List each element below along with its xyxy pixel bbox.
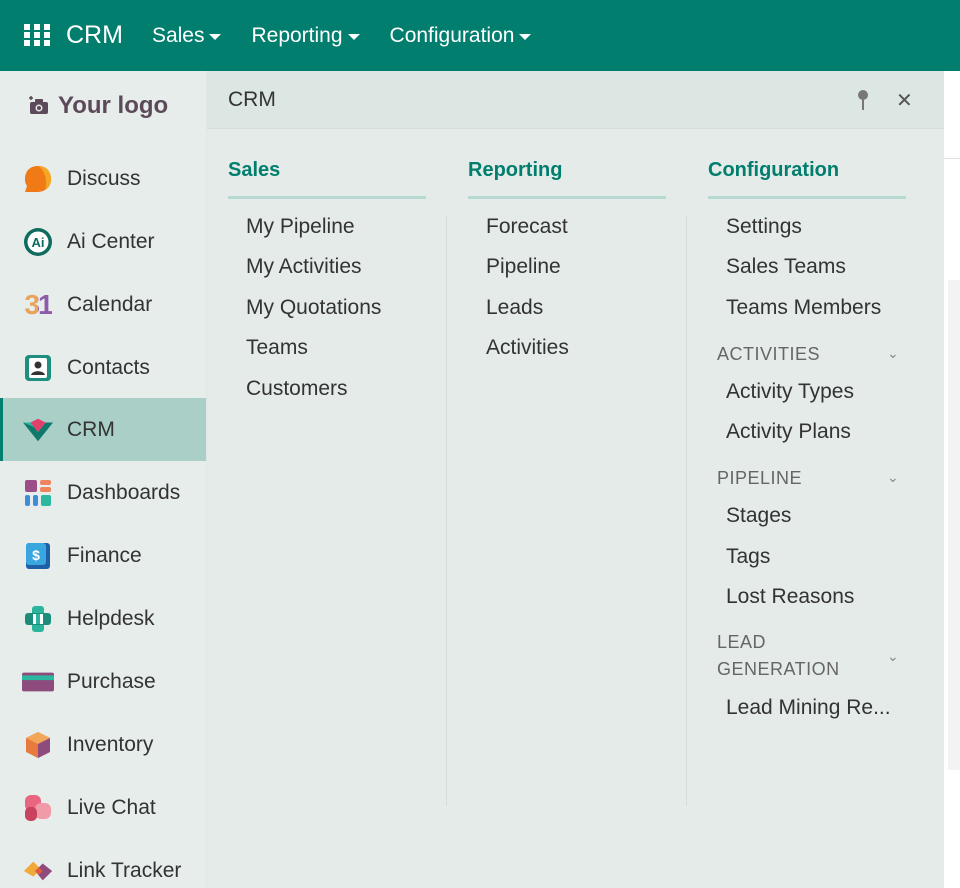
calendar-day: 31: [24, 288, 53, 320]
svg-text:Ai: Ai: [32, 235, 45, 250]
menu-link-my-pipeline[interactable]: My Pipeline: [246, 215, 355, 239]
menu-link-activity-plans[interactable]: Activity Plans: [726, 420, 851, 444]
sidebar-item-live-chat[interactable]: Live Chat: [0, 776, 206, 839]
finance-icon: $: [22, 540, 54, 572]
nav-sales-label: Sales: [151, 23, 205, 47]
sidebar-item-finance[interactable]: $ Finance: [0, 524, 206, 587]
sidebar-item-label: Discuss: [67, 166, 141, 190]
crm-menu-panel: CRM ✕ Sales My Pipeline My Activities My…: [207, 71, 944, 888]
menu-link-lost-reasons[interactable]: Lost Reasons: [726, 585, 854, 609]
sales-column-heading: Sales: [228, 159, 281, 181]
menu-link-pipeline[interactable]: Pipeline: [486, 255, 561, 279]
ai-center-icon: Ai: [22, 226, 54, 258]
menu-link-stages[interactable]: Stages: [726, 504, 791, 528]
sidebar-item-contacts[interactable]: Contacts: [0, 336, 206, 399]
heading-underline: [708, 196, 906, 199]
inventory-icon: [22, 729, 54, 761]
menu-link-customers[interactable]: Customers: [246, 377, 348, 401]
calendar-icon: 31: [22, 289, 54, 321]
caret-down-icon: [347, 33, 360, 40]
sidebar-item-label: Finance: [67, 543, 142, 567]
menu-link-forecast[interactable]: Forecast: [486, 215, 568, 239]
menu-link-my-activities[interactable]: My Activities: [246, 255, 362, 279]
helpdesk-icon: [22, 603, 54, 635]
heading-underline: [468, 196, 666, 199]
sidebar-item-discuss[interactable]: Discuss: [0, 147, 206, 210]
sidebar-item-label: Helpdesk: [67, 606, 155, 630]
menu-link-leads[interactable]: Leads: [486, 296, 543, 320]
dashboards-icon: [22, 477, 54, 509]
pin-icon[interactable]: [856, 89, 870, 111]
sidebar-item-label: CRM: [67, 417, 115, 441]
caret-down-icon: [209, 33, 222, 40]
chevron-down-icon[interactable]: ⌄: [887, 469, 899, 486]
company-logo[interactable]: Your logo: [0, 71, 206, 141]
top-navbar: CRM Sales Reporting Configuration: [0, 0, 960, 71]
sidebar-item-label: Link Tracker: [67, 858, 182, 882]
app-brand[interactable]: CRM: [66, 21, 123, 50]
app-sidebar: Your logo Discuss Ai Ai Center 31 Calend…: [0, 71, 207, 888]
live-chat-icon: [22, 792, 54, 824]
contacts-icon: [22, 352, 54, 384]
sidebar-item-label: Calendar: [67, 292, 153, 316]
reporting-column-heading: Reporting: [468, 159, 563, 181]
menu-link-sales-teams[interactable]: Sales Teams: [726, 255, 846, 279]
sidebar-item-label: Purchase: [67, 669, 156, 693]
sidebar-item-inventory[interactable]: Inventory: [0, 713, 206, 776]
menu-link-teams-members[interactable]: Teams Members: [726, 296, 881, 320]
menu-link-my-quotations[interactable]: My Quotations: [246, 296, 381, 320]
section-heading-line: GENERATION: [717, 659, 840, 679]
menu-link-teams[interactable]: Teams: [246, 336, 308, 360]
sidebar-item-helpdesk[interactable]: Helpdesk: [0, 587, 206, 650]
background-content: [948, 280, 960, 770]
section-heading-line: LEAD: [717, 632, 767, 652]
section-heading-activities: ACTIVITIES: [717, 344, 821, 364]
menu-link-tags[interactable]: Tags: [726, 545, 770, 569]
purchase-icon: [22, 666, 54, 698]
divider: [944, 158, 960, 159]
svg-text:$: $: [32, 547, 40, 563]
sidebar-item-calendar[interactable]: 31 Calendar: [0, 273, 206, 336]
sidebar-item-label: Ai Center: [67, 229, 155, 253]
sidebar-item-label: Contacts: [67, 355, 150, 379]
section-heading-lead-generation: LEAD GENERATION: [717, 629, 840, 683]
nav-configuration-label: Configuration: [389, 23, 515, 47]
chevron-down-icon[interactable]: ⌄: [887, 345, 899, 362]
column-divider: [686, 216, 687, 806]
sidebar-item-crm[interactable]: CRM: [0, 398, 206, 461]
discuss-icon: [22, 163, 54, 195]
nav-reporting-label: Reporting: [251, 23, 343, 47]
crm-icon: [22, 414, 54, 446]
apps-grid-icon[interactable]: [24, 23, 50, 48]
panel-title: CRM: [228, 87, 276, 111]
caret-down-icon: [519, 33, 532, 40]
sidebar-item-purchase[interactable]: Purchase: [0, 650, 206, 713]
nav-sales-dropdown[interactable]: Sales: [137, 24, 237, 48]
sidebar-item-label: Inventory: [67, 732, 154, 756]
menu-link-activities[interactable]: Activities: [486, 336, 569, 360]
configuration-column-heading: Configuration: [708, 159, 840, 181]
menu-link-settings[interactable]: Settings: [726, 215, 802, 239]
nav-reporting-dropdown[interactable]: Reporting: [236, 24, 374, 48]
link-tracker-icon: [22, 855, 54, 887]
chevron-down-icon[interactable]: ⌄: [887, 648, 899, 665]
sidebar-item-label: Live Chat: [67, 795, 156, 819]
menu-link-lead-mining-requests[interactable]: Lead Mining Re...: [726, 696, 891, 720]
sidebar-item-label: Dashboards: [67, 480, 181, 504]
camera-icon: [29, 96, 48, 114]
sidebar-item-link-tracker[interactable]: Link Tracker: [0, 839, 206, 888]
logo-text: Your logo: [58, 92, 169, 119]
column-divider: [446, 216, 447, 806]
sidebar-item-dashboards[interactable]: Dashboards: [0, 461, 206, 524]
sidebar-item-ai-center[interactable]: Ai Ai Center: [0, 210, 206, 273]
section-heading-pipeline: PIPELINE: [717, 468, 803, 488]
close-icon[interactable]: ✕: [896, 88, 913, 113]
menu-link-activity-types[interactable]: Activity Types: [726, 380, 854, 404]
heading-underline: [228, 196, 426, 199]
panel-header: CRM ✕: [207, 71, 944, 129]
nav-configuration-dropdown[interactable]: Configuration: [375, 24, 547, 48]
